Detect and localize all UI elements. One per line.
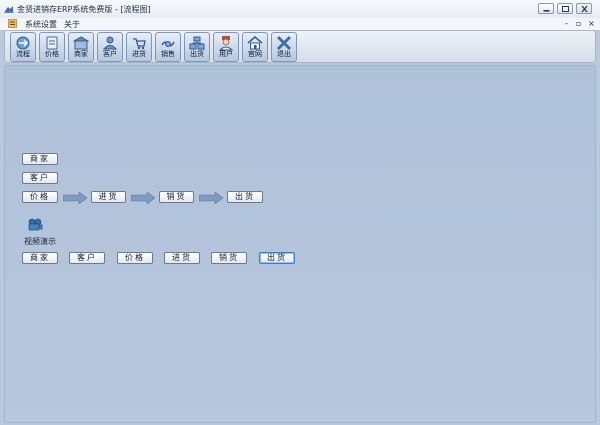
toolbar-sales-button[interactable]: 销售 [155,32,181,62]
toolbar-exit-label: 退出 [277,50,291,58]
toolbar-website-button[interactable]: 官网 [242,32,268,62]
video-purchase-button[interactable]: 进货 [164,252,200,264]
close-icon [581,5,588,13]
workspace: 商家 客户 价格 进货 销货 出货 视频演示 商家 客户 价格 进货 销货 出货 [4,65,596,423]
toolbar-purchase-button[interactable]: 进货 [126,32,152,62]
flow-arrow-3 [199,192,223,204]
video-demo-label: 视频演示 [24,237,56,246]
restore-icon [562,6,569,12]
toolbar-store-label: 商家 [74,50,88,58]
toolbar-customer-button[interactable]: 客户 [97,32,123,62]
minimize-icon [543,10,550,12]
toolbar-price-button[interactable]: 价格 [39,32,65,62]
menu-about[interactable]: 关于 [64,19,80,30]
toolbar-store-button[interactable]: 商家 [68,32,94,62]
toolbar-shipment-label: 出货 [190,50,204,58]
mdi-close-button[interactable]: × [588,19,595,28]
flow-customer-button[interactable]: 客户 [22,172,58,184]
toolbar-customer-label: 客户 [103,50,117,58]
toolbar-shipment-button[interactable]: 出货 [184,32,210,62]
toolbar-price-label: 价格 [45,50,59,58]
toolbar-user-button[interactable]: 用户 [213,32,239,62]
minimize-button[interactable] [538,3,554,14]
video-customer-button[interactable]: 客户 [69,252,105,264]
toolbar: 流程 价格 商家 客户 进货 销售 出货 用户 官网 退出 [4,30,596,63]
document-icon[interactable] [8,19,17,28]
video-shipment-button[interactable]: 出货 [259,252,295,264]
video-sales-button[interactable]: 销货 [211,252,247,264]
maximize-button[interactable] [557,3,573,14]
toolbar-exit-button[interactable]: 退出 [271,32,297,62]
flow-purchase-button[interactable]: 进货 [91,191,126,203]
mdi-minimize-button[interactable]: - [565,19,568,28]
toolbar-flow-button[interactable]: 流程 [10,32,36,62]
video-camera-icon [28,218,43,231]
flow-arrow-1 [63,192,87,204]
toolbar-sales-label: 销售 [161,50,175,58]
close-button[interactable] [576,3,592,14]
flow-store-button[interactable]: 商家 [22,153,58,165]
flow-sales-button[interactable]: 销货 [159,191,194,203]
toolbar-user-label: 用户 [219,50,233,58]
menu-system-settings[interactable]: 系统设置 [25,19,57,30]
menu-bar: 系统设置 关于 - ▫ × [0,18,600,30]
window-title: 金贤进销存ERP系统免费版 - [流程图] [17,5,151,14]
app-icon [4,6,14,13]
flow-price-button[interactable]: 价格 [22,191,58,203]
toolbar-purchase-label: 进货 [132,50,146,58]
flow-shipment-button[interactable]: 出货 [227,191,263,203]
video-store-button[interactable]: 商家 [22,252,58,264]
video-price-button[interactable]: 价格 [117,252,153,264]
title-bar[interactable]: 金贤进销存ERP系统免费版 - [流程图] [0,0,600,19]
flow-arrow-2 [131,192,155,204]
mdi-restore-button[interactable]: ▫ [576,19,581,28]
toolbar-website-label: 官网 [248,50,262,58]
toolbar-flow-label: 流程 [16,50,30,58]
